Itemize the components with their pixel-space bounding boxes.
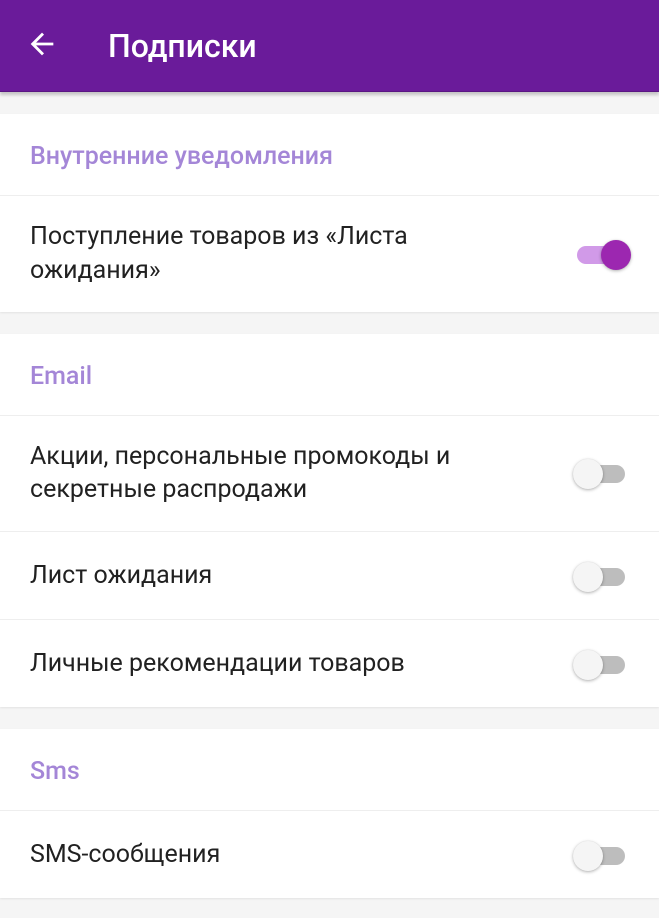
section-header-internal: Внутренние уведомления [0,114,659,195]
toggle-waitlist[interactable] [573,558,629,594]
toggle-recommendations[interactable] [573,646,629,682]
setting-row-recommendations[interactable]: Личные рекомендации товаров [0,619,659,707]
setting-label: Личные рекомендации товаров [30,647,405,681]
section-header-email: Email [0,334,659,415]
setting-row-waitlist[interactable]: Лист ожидания [0,531,659,619]
back-button[interactable] [24,28,60,64]
setting-row-waitlist-arrival[interactable]: Поступление товаров из «Листа ожидания» [0,195,659,312]
toggle-thumb [573,562,603,592]
setting-row-promotions[interactable]: Акции, персональные промокоды и секретны… [0,415,659,532]
toggle-thumb [601,240,631,270]
setting-label: SMS-сообщения [30,838,220,872]
toggle-thumb [573,459,603,489]
setting-label: Лист ожидания [30,559,212,593]
section-sms: Sms SMS-сообщения [0,729,659,898]
setting-label: Поступление товаров из «Листа ожидания» [30,220,510,288]
arrow-left-icon [25,27,59,65]
toggle-promotions[interactable] [573,455,629,491]
section-email: Email Акции, персональные промокоды и се… [0,334,659,708]
setting-row-sms-messages[interactable]: SMS-сообщения [0,810,659,898]
section-header-sms: Sms [0,729,659,810]
toggle-thumb [573,841,603,871]
toggle-sms-messages[interactable] [573,837,629,873]
app-bar: Подписки [0,0,659,92]
setting-label: Акции, персональные промокоды и секретны… [30,440,510,508]
page-title: Подписки [108,27,257,65]
toggle-thumb [573,650,603,680]
toggle-waitlist-arrival[interactable] [573,236,629,272]
section-internal: Внутренние уведомления Поступление товар… [0,114,659,312]
